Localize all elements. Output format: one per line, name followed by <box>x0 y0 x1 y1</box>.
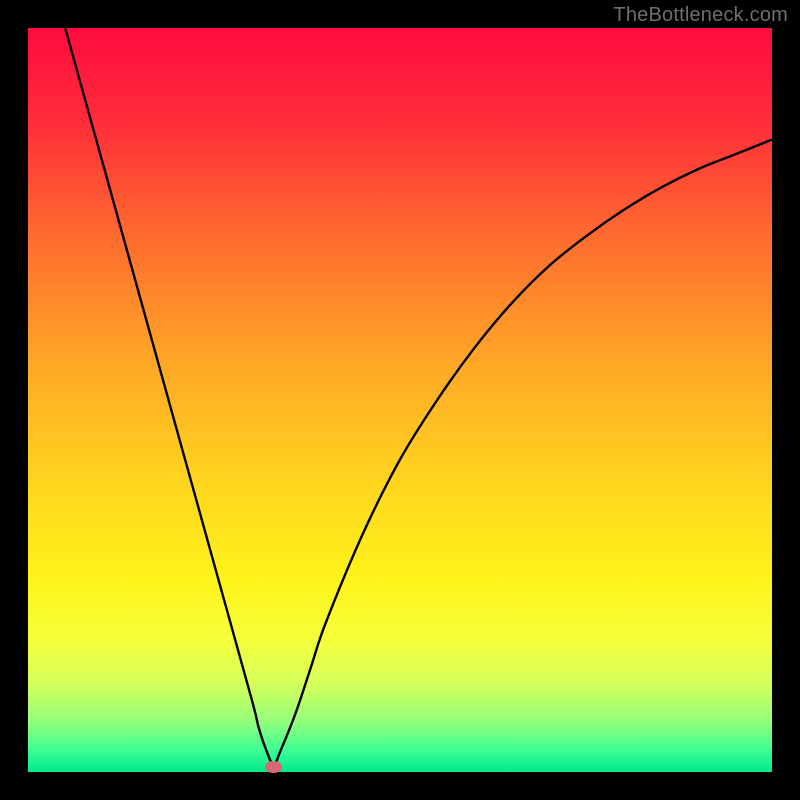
watermark-text: TheBottleneck.com <box>613 4 788 27</box>
chart-frame: TheBottleneck.com <box>0 0 800 800</box>
gradient-plot-area <box>28 28 772 772</box>
